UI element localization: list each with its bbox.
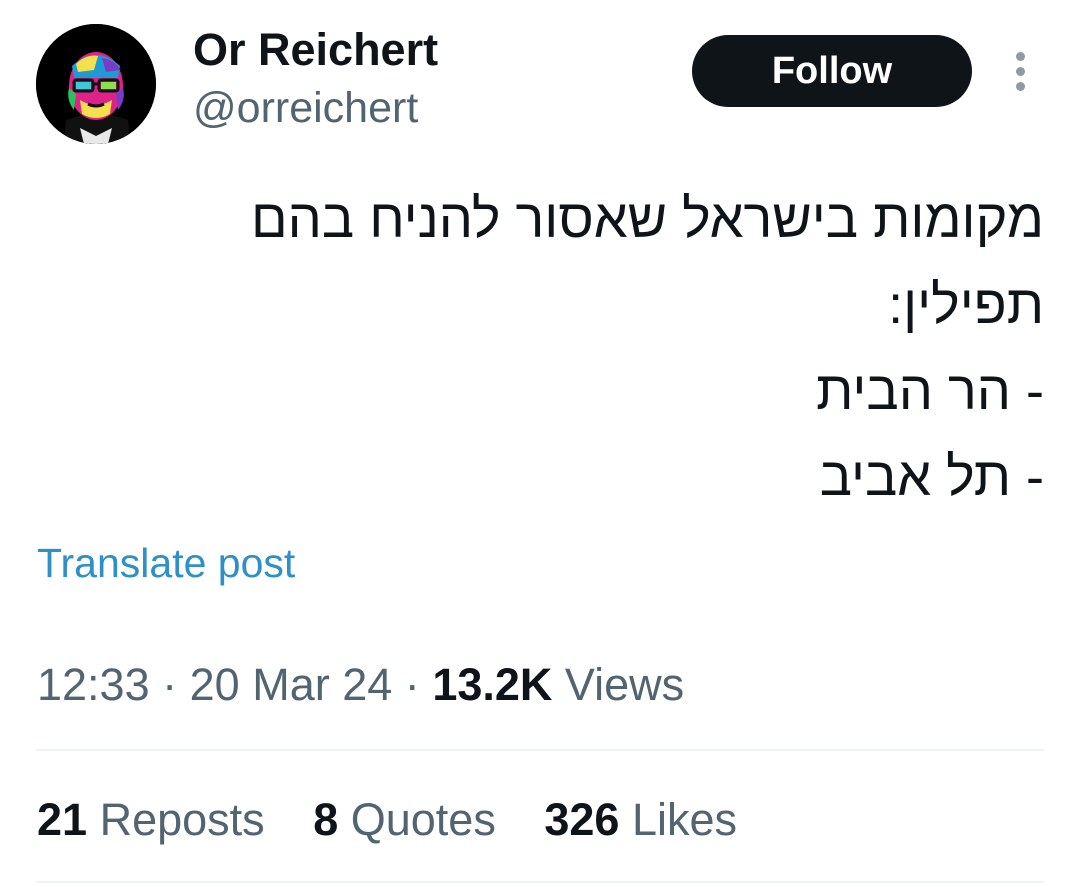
- views-count: 13.2K: [432, 659, 553, 710]
- quotes-label: Quotes: [350, 794, 496, 845]
- author-handle[interactable]: @orreichert: [193, 82, 418, 134]
- tweet-detail: Or Reichert @orreichert Follow מקומות בי…: [0, 0, 1080, 887]
- views-label: Views: [564, 659, 685, 710]
- meta-separator: ·: [404, 659, 420, 710]
- quotes-stat[interactable]: 8 Quotes: [313, 793, 496, 847]
- avatar-image: [36, 24, 156, 144]
- more-dot: [1016, 82, 1025, 91]
- likes-stat[interactable]: 326 Likes: [544, 793, 737, 847]
- follow-button[interactable]: Follow: [692, 35, 972, 107]
- engagement-stats: 21 Reposts 8 Quotes 326 Likes: [37, 793, 773, 847]
- reposts-stat[interactable]: 21 Reposts: [37, 793, 265, 847]
- tweet-text: מקומות בישראל שאסור להניח בהם תפילין: - …: [184, 176, 1044, 520]
- tweet-line: - תל אביב: [819, 447, 1044, 507]
- tweet-time[interactable]: 12:33: [37, 659, 150, 710]
- more-dot: [1016, 67, 1025, 76]
- reposts-count: 21: [37, 794, 88, 845]
- quotes-count: 8: [313, 794, 339, 845]
- tweet-line: - הר הבית: [816, 361, 1044, 421]
- reposts-label: Reposts: [99, 794, 265, 845]
- divider: [36, 749, 1044, 751]
- more-vertical-icon[interactable]: [1005, 50, 1035, 94]
- tweet-date[interactable]: 20 Mar 24: [190, 659, 393, 710]
- tweet-line: תפילין:: [888, 275, 1044, 335]
- avatar[interactable]: [36, 24, 156, 144]
- tweet-meta: 12:33 · 20 Mar 24 · 13.2K Views: [37, 658, 684, 712]
- meta-separator: ·: [162, 659, 178, 710]
- more-dot: [1016, 52, 1025, 61]
- translate-post-link[interactable]: Translate post: [37, 538, 295, 588]
- divider: [36, 881, 1044, 883]
- likes-label: Likes: [631, 794, 738, 845]
- likes-count: 326: [544, 794, 620, 845]
- tweet-line: מקומות בישראל שאסור להניח בהם: [251, 189, 1044, 249]
- author-name[interactable]: Or Reichert: [193, 24, 438, 76]
